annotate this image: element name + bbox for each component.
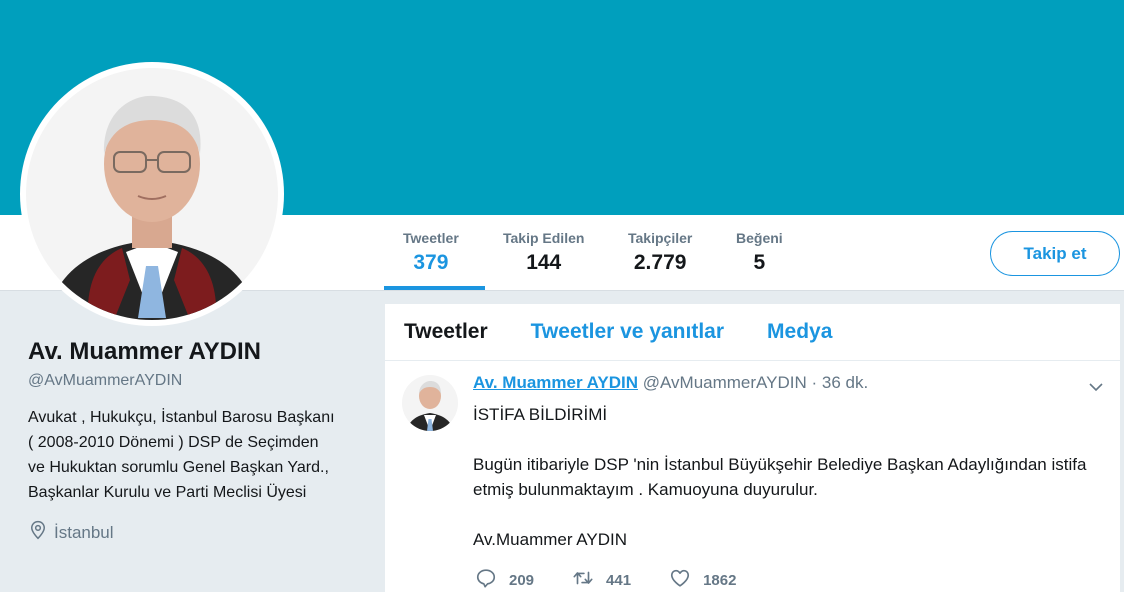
timeline-tabs: Tweetler Tweetler ve yanıtlar Medya xyxy=(385,304,1120,361)
retweet-action[interactable]: 441 xyxy=(572,567,631,592)
reply-count: 209 xyxy=(509,571,535,589)
tweet-text-line: İSTİFA BİLDİRİMİ xyxy=(473,405,608,424)
heart-icon[interactable] xyxy=(669,567,703,592)
follow-button[interactable]: Takip et xyxy=(990,231,1120,276)
tweet-avatar[interactable] xyxy=(402,375,458,431)
profile-name[interactable]: Av. Muammer AYDIN xyxy=(28,338,348,366)
tweet-author-name[interactable]: Av. Muammer AYDIN xyxy=(473,373,638,392)
retweet-icon[interactable] xyxy=(572,567,606,592)
tweet-author-handle[interactable]: @AvMuammerAYDIN xyxy=(643,373,807,392)
stat-followers-value: 2.779 xyxy=(633,251,687,274)
like-action[interactable]: 1862 xyxy=(669,567,736,592)
reply-icon[interactable] xyxy=(475,567,509,592)
stat-likes-value: 5 xyxy=(753,251,766,274)
reply-action[interactable]: 209 xyxy=(475,567,534,592)
tab-tweets-and-replies[interactable]: Tweetler ve yanıtlar xyxy=(531,320,724,344)
tweet-timestamp[interactable]: 36 dk. xyxy=(822,373,868,392)
chevron-down-icon[interactable] xyxy=(1088,379,1104,395)
stat-tweets-label: Tweetler xyxy=(403,230,459,246)
tweet-actions: 209 441 1862 xyxy=(475,567,774,592)
timeline: Tweetler Tweetler ve yanıtlar Medya Av. … xyxy=(385,304,1120,592)
tweet[interactable]: Av. Muammer AYDIN @AvMuammerAYDIN · 36 d… xyxy=(385,361,1120,591)
stat-following[interactable]: Takip Edilen 144 xyxy=(503,230,584,275)
profile-location-text: İstanbul xyxy=(54,522,114,542)
stat-following-label: Takip Edilen xyxy=(503,230,585,246)
stat-tweets-value: 379 xyxy=(413,251,449,274)
stat-followers[interactable]: Takipçiler 2.779 xyxy=(628,230,692,275)
retweet-count: 441 xyxy=(606,571,632,589)
stat-likes-label: Beğeni xyxy=(736,230,783,246)
profile-card: Av. Muammer AYDIN @AvMuammerAYDIN Avukat… xyxy=(28,338,348,545)
tab-tweets[interactable]: Tweetler xyxy=(404,320,488,344)
map-pin-icon xyxy=(28,520,48,545)
profile-bio: Avukat , Hukukçu, İstanbul Barosu Başkan… xyxy=(28,409,335,501)
stat-followers-label: Takipçiler xyxy=(628,230,693,246)
tweet-text-line: Bugün itibariyle DSP 'nin İstanbul Büyük… xyxy=(473,455,1087,499)
profile-avatar[interactable] xyxy=(20,62,284,326)
stat-following-value: 144 xyxy=(526,251,562,274)
stat-tweets[interactable]: Tweetler 379 xyxy=(403,230,459,275)
active-stat-underline xyxy=(384,286,485,290)
tweet-text-line: Av.Muammer AYDIN xyxy=(473,530,627,549)
profile-handle[interactable]: @AvMuammerAYDIN xyxy=(28,372,348,390)
like-count: 1862 xyxy=(703,571,737,589)
tweet-text: İSTİFA BİLDİRİMİ Bugün itibariyle DSP 'n… xyxy=(473,402,1113,577)
tweet-header: Av. Muammer AYDIN @AvMuammerAYDIN · 36 d… xyxy=(473,373,868,393)
tab-media[interactable]: Medya xyxy=(767,320,832,344)
tweet-separator: · xyxy=(811,373,818,392)
profile-location: İstanbul xyxy=(28,520,348,545)
stat-likes[interactable]: Beğeni 5 xyxy=(736,230,783,275)
